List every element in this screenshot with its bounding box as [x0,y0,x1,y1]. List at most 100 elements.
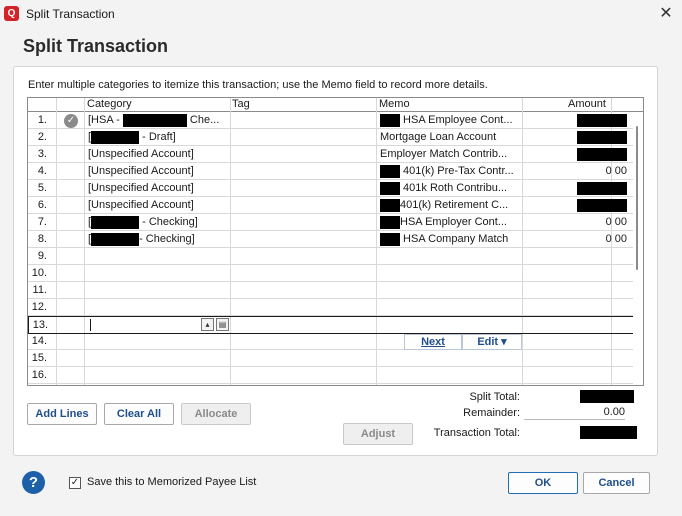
category-cell[interactable]: [Unspecified Account] [85,197,231,214]
tag-cell[interactable] [231,248,377,265]
tag-cell[interactable] [231,146,377,163]
column-header-tag[interactable]: Tag [232,98,250,112]
tag-cell[interactable] [231,350,377,367]
amount-cell[interactable] [523,197,627,214]
memorize-payee-checkbox[interactable]: ✓ [69,477,81,489]
redacted-amount [577,130,627,144]
table-row[interactable]: 7. [ - Checking] HSA Employer Cont... 0 00 [28,214,643,231]
tag-cell[interactable] [231,367,377,384]
category-cell[interactable]: [- Checking] [85,231,231,248]
table-row[interactable]: 16. [28,367,643,384]
tag-cell[interactable] [231,163,377,180]
category-cell[interactable] [85,282,231,299]
tag-cell[interactable] [231,333,377,350]
edit-menu-button[interactable]: Edit ▾ [462,334,522,350]
category-cell[interactable] [85,367,231,384]
table-row[interactable]: 1. ✓ [HSA - Che... HSA Employee Cont... [28,112,643,129]
amount-cell[interactable] [523,146,627,163]
tag-cell[interactable] [231,214,377,231]
memo-cell[interactable]: HSA Employee Cont... [377,112,523,129]
memo-cell[interactable]: 401(k) Pre-Tax Contr... [377,163,523,180]
category-cell[interactable]: [ - Draft] [85,129,231,146]
memo-cell[interactable]: Mortgage Loan Account [377,129,523,146]
scrollbar-thumb[interactable] [636,126,638,270]
amount-cell[interactable] [523,180,627,197]
table-row[interactable]: 14. [28,333,643,350]
tag-cell[interactable] [231,112,377,129]
table-row[interactable]: 3. [Unspecified Account] Employer Match Co… [28,146,643,163]
table-row[interactable]: 9. [28,248,643,265]
tag-cell[interactable] [231,282,377,299]
category-list-icon[interactable]: ▤ [216,318,229,331]
memo-cell[interactable] [377,282,523,299]
category-cell[interactable]: [Unspecified Account] [85,163,231,180]
clear-all-button[interactable]: Clear All [104,403,174,425]
memo-cell[interactable]: 401k Roth Contribu... [377,180,523,197]
column-header-memo[interactable]: Memo [379,98,410,112]
amount-cell[interactable] [524,317,628,334]
amount-cell[interactable] [523,265,627,282]
memo-cell[interactable]: Employer Match Contrib... [377,146,523,163]
table-row[interactable]: 2. [ - Draft] Mortgage Loan Account [28,129,643,146]
tag-cell[interactable] [231,197,377,214]
amount-cell[interactable] [523,282,627,299]
memo-cell[interactable]: HSA Company Match [377,231,523,248]
tag-cell[interactable] [231,129,377,146]
table-row[interactable]: 6. [Unspecified Account] 401(k) Retirement… [28,197,643,214]
category-cell[interactable] [85,350,231,367]
ok-button[interactable]: OK [508,472,578,494]
table-row[interactable]: 13. ▴ ▤ [28,316,643,334]
category-cell[interactable] [85,299,231,316]
tag-cell[interactable] [232,317,378,334]
category-dropdown-icon[interactable]: ▴ [201,318,214,331]
amount-cell[interactable] [523,350,627,367]
vertical-scrollbar[interactable] [633,112,643,385]
table-row[interactable]: 5. [Unspecified Account] 401k Roth Contri… [28,180,643,197]
table-row[interactable]: 8. [- Checking] HSA Company Match 0 00 [28,231,643,248]
help-icon[interactable]: ? [22,471,45,494]
amount-cell[interactable] [523,112,627,129]
amount-cell[interactable] [523,299,627,316]
amount-cell[interactable]: 0 00 [523,231,627,248]
column-header-category[interactable]: Category [87,98,132,112]
allocate-button[interactable]: Allocate [181,403,251,425]
table-row[interactable]: 12. [28,299,643,316]
memo-cell[interactable]: HSA Employer Cont... [377,214,523,231]
table-row[interactable]: 15. [28,350,643,367]
category-cell[interactable] [85,333,231,350]
memorize-payee-label[interactable]: Save this to Memorized Payee List [87,476,256,488]
cancel-button[interactable]: Cancel [583,472,650,494]
memo-cell[interactable] [378,317,524,334]
memo-cell[interactable] [377,248,523,265]
category-cell[interactable] [85,248,231,265]
table-row[interactable]: 11. [28,282,643,299]
memo-cell[interactable] [377,265,523,282]
amount-cell[interactable] [523,129,627,146]
amount-cell[interactable] [523,367,627,384]
tag-cell[interactable] [231,265,377,282]
memo-cell[interactable]: 401(k) Retirement C... [377,197,523,214]
column-header-amount[interactable]: Amount [568,98,606,112]
row-number: 3. [37,148,47,160]
category-cell[interactable]: [HSA - Che... [85,112,231,129]
category-cell[interactable]: [Unspecified Account] [85,180,231,197]
table-row[interactable]: 4. [Unspecified Account] 401(k) Pre-Tax C… [28,163,643,180]
close-icon[interactable]: ✕ [650,0,682,28]
tag-cell[interactable] [231,299,377,316]
add-lines-button[interactable]: Add Lines [27,403,97,425]
category-cell[interactable]: [Unspecified Account] [85,146,231,163]
tag-cell[interactable] [231,231,377,248]
amount-cell[interactable] [523,333,627,350]
amount-cell[interactable]: 0 00 [523,214,627,231]
memo-cell[interactable] [377,350,523,367]
next-button[interactable]: Next [404,334,462,350]
row-status-cell [56,146,85,163]
memo-cell[interactable] [377,299,523,316]
memo-cell[interactable] [377,367,523,384]
amount-cell[interactable] [523,248,627,265]
category-cell[interactable] [85,265,231,282]
tag-cell[interactable] [231,180,377,197]
table-row[interactable]: 10. [28,265,643,282]
amount-cell[interactable]: 0 00 [523,163,627,180]
category-cell[interactable]: [ - Checking] [85,214,231,231]
